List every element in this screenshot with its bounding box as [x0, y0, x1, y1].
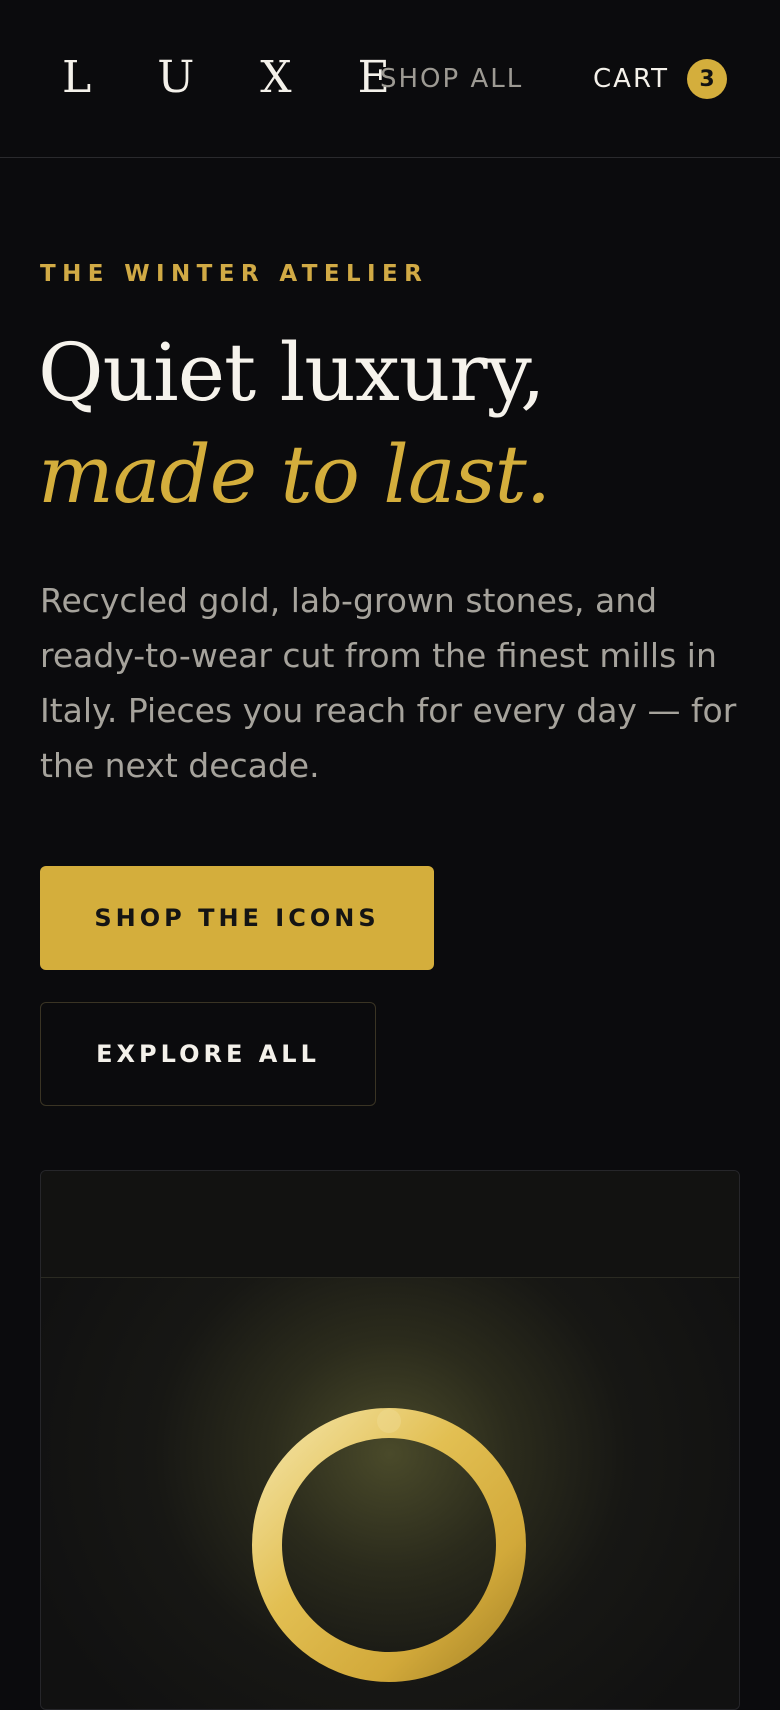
brand-logo[interactable]: L U X E: [62, 44, 416, 112]
site-header: L U X E SHOP ALL CART 3: [0, 0, 780, 158]
hero-headline: Quiet luxury, made to last.: [38, 322, 551, 526]
hero-eyebrow: THE WINTER ATELIER: [40, 261, 429, 287]
gold-ring-icon: [252, 1408, 526, 1682]
card-top-band: [41, 1171, 739, 1278]
shop-the-icons-button[interactable]: SHOP THE ICONS: [40, 866, 434, 970]
hero-headline-line1: Quiet luxury,: [38, 326, 546, 419]
cart-count-badge: 3: [687, 59, 727, 99]
cart-label: CART: [593, 64, 669, 94]
hero-description: Recycled gold, lab-grown stones, and rea…: [40, 581, 737, 785]
explore-all-button[interactable]: EXPLORE ALL: [40, 1002, 376, 1106]
nav-shop-all-link[interactable]: SHOP ALL: [380, 62, 523, 96]
featured-product-card[interactable]: [40, 1170, 740, 1710]
hero-headline-line2: made to last.: [38, 428, 551, 521]
nav-cart-link[interactable]: CART 3: [593, 58, 727, 100]
